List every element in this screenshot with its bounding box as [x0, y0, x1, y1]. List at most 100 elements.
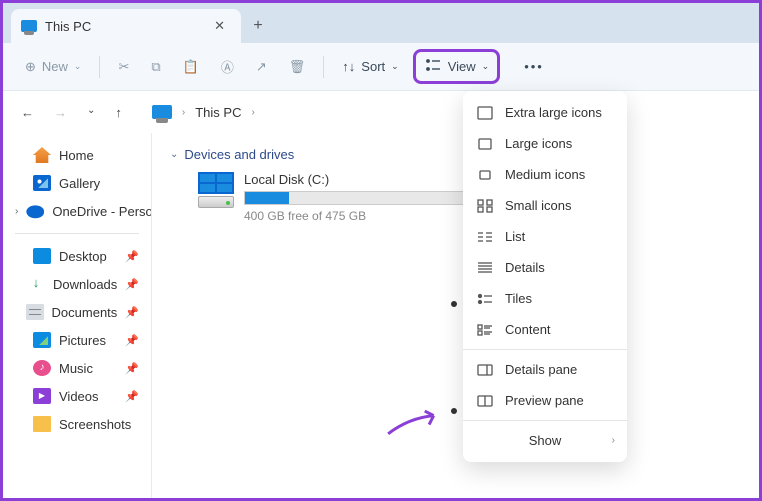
sidebar-label: Music	[59, 361, 93, 376]
pin-icon: 📌	[125, 390, 139, 403]
breadcrumb-location: This PC	[195, 105, 241, 120]
menu-large-icons[interactable]: Large icons	[463, 128, 627, 159]
sidebar-label: Gallery	[59, 176, 100, 191]
tab-bar: This PC ✕ +	[3, 3, 759, 43]
menu-extra-large-icons[interactable]: Extra large icons	[463, 97, 627, 128]
folder-icon	[33, 416, 51, 432]
view-button[interactable]: View ⌄	[413, 49, 501, 84]
ellipsis-icon: •••	[524, 59, 544, 74]
selected-indicator	[451, 301, 457, 307]
extra-large-icon	[477, 106, 493, 120]
video-icon	[33, 388, 51, 404]
desktop-icon	[33, 248, 51, 264]
menu-label: Medium icons	[505, 167, 585, 182]
sidebar-item-desktop[interactable]: Desktop📌	[3, 242, 151, 270]
sidebar-item-gallery[interactable]: Gallery	[3, 169, 151, 197]
this-pc-icon	[21, 20, 37, 32]
chevron-down-icon: ⌄	[170, 149, 178, 160]
copy-icon: ⧉	[151, 59, 160, 75]
paste-icon: 📋	[183, 59, 199, 75]
sidebar-item-home[interactable]: Home	[3, 141, 151, 169]
menu-label: Show	[529, 433, 562, 448]
up-button[interactable]: ↑	[111, 101, 126, 124]
large-icon	[477, 137, 493, 151]
menu-preview-pane[interactable]: Preview pane	[463, 385, 627, 416]
sidebar-item-downloads[interactable]: ↓ Downloads 📌	[3, 270, 151, 298]
back-button[interactable]: ←	[17, 101, 38, 124]
menu-medium-icons[interactable]: Medium icons	[463, 159, 627, 190]
group-devices-drives[interactable]: ⌄ Devices and drives	[170, 147, 741, 162]
sidebar-label: Documents	[52, 305, 118, 320]
new-button[interactable]: ⊕ New ⌄	[17, 53, 89, 81]
drive-item[interactable]: Local Disk (C:) 400 GB free of 475 GB	[170, 172, 741, 223]
menu-label: Preview pane	[505, 393, 584, 408]
menu-label: Details	[505, 260, 545, 275]
sidebar-item-music[interactable]: Music📌	[3, 354, 151, 382]
menu-tiles[interactable]: Tiles	[463, 283, 627, 314]
view-dropdown-menu: Extra large icons Large icons Medium ico…	[463, 91, 627, 462]
pin-icon: 📌	[125, 306, 139, 319]
chevron-down-icon: ⌄	[391, 61, 399, 72]
menu-show[interactable]: Show›	[463, 425, 627, 456]
trash-icon: 🗑	[289, 59, 306, 75]
breadcrumb[interactable]: › This PC ›	[152, 105, 255, 120]
menu-details[interactable]: Details	[463, 252, 627, 283]
rename-icon: Ⓐ	[221, 57, 234, 76]
explorer-window: This PC ✕ + ⊕ New ⌄ ✂ ⧉ 📋 Ⓐ ↗ 🗑 ↑↓ Sort …	[0, 0, 762, 501]
sidebar-label: OneDrive - Perso	[52, 204, 151, 219]
sidebar-item-videos[interactable]: Videos📌	[3, 382, 151, 410]
menu-small-icons[interactable]: Small icons	[463, 190, 627, 221]
menu-label: List	[505, 229, 525, 244]
share-button[interactable]: ↗	[248, 53, 275, 81]
medium-icon	[477, 168, 493, 182]
document-icon	[26, 304, 44, 320]
sidebar-item-documents[interactable]: Documents 📌	[3, 298, 151, 326]
this-pc-icon	[152, 105, 172, 119]
menu-separator	[463, 420, 627, 421]
pin-icon: 📌	[125, 250, 139, 263]
cut-button[interactable]: ✂	[110, 53, 137, 81]
copy-button[interactable]: ⧉	[143, 53, 168, 81]
separator	[99, 56, 100, 78]
pictures-icon	[33, 332, 51, 348]
sidebar-label: Screenshots	[59, 417, 131, 432]
menu-label: Large icons	[505, 136, 572, 151]
chevron-right-icon: ›	[182, 107, 185, 118]
paste-button[interactable]: 📋	[175, 53, 207, 81]
menu-list[interactable]: List	[463, 221, 627, 252]
home-icon	[33, 147, 51, 163]
menu-details-pane[interactable]: Details pane	[463, 354, 627, 385]
sort-button[interactable]: ↑↓ Sort ⌄	[334, 53, 406, 80]
menu-label: Content	[505, 322, 551, 337]
menu-label: Tiles	[505, 291, 532, 306]
tiles-icon	[477, 292, 493, 306]
command-toolbar: ⊕ New ⌄ ✂ ⧉ 📋 Ⓐ ↗ 🗑 ↑↓ Sort ⌄ View ⌄ •••	[3, 43, 759, 91]
sidebar-label: Downloads	[53, 277, 117, 292]
forward-button[interactable]: →	[50, 101, 71, 124]
new-tab-button[interactable]: +	[241, 9, 275, 43]
separator	[323, 56, 324, 78]
delete-button[interactable]: 🗑	[281, 53, 314, 81]
sort-icon: ↑↓	[342, 59, 355, 74]
chevron-down-icon: ⌄	[482, 61, 490, 72]
sidebar-item-onedrive[interactable]: › OneDrive - Perso	[3, 197, 151, 225]
cut-icon: ✂	[118, 59, 129, 75]
expand-icon[interactable]: ›	[15, 206, 18, 217]
small-icon	[477, 199, 493, 213]
list-icon	[477, 230, 493, 244]
sidebar-item-screenshots[interactable]: Screenshots	[3, 410, 151, 438]
close-tab-icon[interactable]: ✕	[208, 16, 231, 36]
share-icon: ↗	[256, 59, 267, 75]
more-button[interactable]: •••	[516, 53, 552, 80]
navigation-sidebar: Home Gallery ›OneDrive - Perso Desktop📌 …	[3, 133, 151, 498]
download-icon: ↓	[27, 276, 45, 292]
rename-button[interactable]: Ⓐ	[213, 51, 242, 82]
recent-dropdown[interactable]: ⌄	[83, 101, 99, 124]
menu-separator	[463, 349, 627, 350]
sidebar-label: Pictures	[59, 333, 106, 348]
menu-label: Extra large icons	[505, 105, 602, 120]
tab-this-pc[interactable]: This PC ✕	[11, 9, 241, 43]
sidebar-item-pictures[interactable]: Pictures📌	[3, 326, 151, 354]
pin-icon: 📌	[125, 278, 139, 291]
menu-content[interactable]: Content	[463, 314, 627, 345]
